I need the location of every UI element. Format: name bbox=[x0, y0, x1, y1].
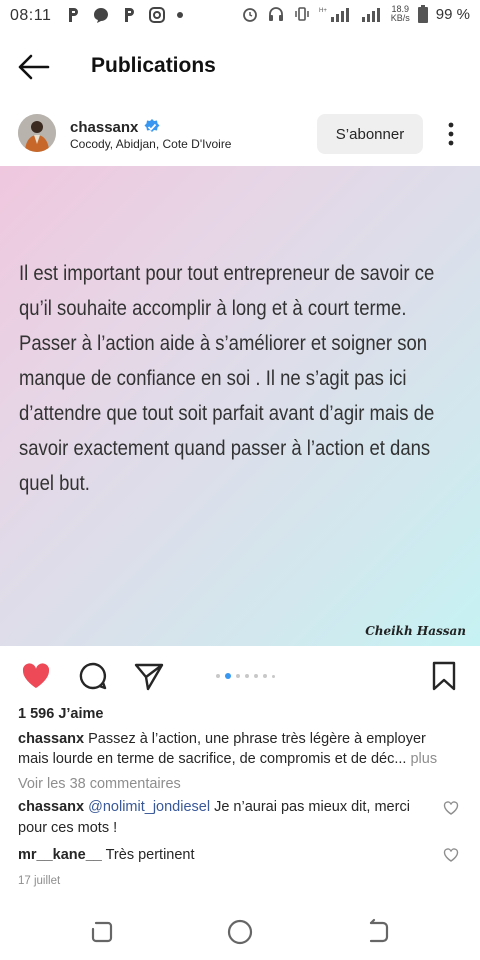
comment-username[interactable]: mr__kane__ bbox=[18, 847, 102, 863]
more-notifications-dot-icon bbox=[177, 12, 183, 18]
signal-icon-2 bbox=[361, 8, 380, 22]
back-nav-icon[interactable] bbox=[363, 917, 393, 947]
likes-count[interactable]: 1 596 J’aime bbox=[18, 706, 103, 722]
avatar[interactable] bbox=[18, 114, 56, 152]
quote-text: Il est important pour tout entrepreneur … bbox=[19, 256, 466, 501]
recents-icon[interactable] bbox=[87, 917, 117, 947]
comment-mention[interactable]: @nolimit_jondiesel bbox=[88, 799, 210, 815]
carousel-dot-active bbox=[225, 673, 231, 679]
heart-outline-icon[interactable] bbox=[443, 847, 459, 863]
headphones-icon bbox=[268, 7, 283, 21]
post-date: 17 juillet bbox=[18, 875, 61, 887]
battery-icon bbox=[417, 5, 428, 23]
alarm-icon bbox=[242, 8, 257, 22]
back-arrow-icon[interactable] bbox=[16, 52, 52, 82]
app-bar: Publications bbox=[0, 38, 480, 96]
comment-username[interactable]: chassanx bbox=[18, 799, 84, 815]
home-icon[interactable] bbox=[225, 917, 255, 947]
post-header: chassanx Cocody, Abidjan, Cote D'Ivoire … bbox=[0, 110, 480, 160]
post-location[interactable]: Cocody, Abidjan, Cote D'Ivoire bbox=[70, 137, 231, 151]
post-actions bbox=[0, 656, 480, 700]
vibrate-icon bbox=[295, 7, 309, 21]
heart-outline-icon[interactable] bbox=[443, 800, 459, 816]
comment-text: Très pertinent bbox=[101, 847, 195, 863]
carousel-dots bbox=[216, 673, 275, 679]
more-vert-icon[interactable] bbox=[440, 120, 462, 148]
carousel-dot bbox=[272, 674, 275, 678]
system-indicators: H+ 18.9 KB/s 99 % bbox=[241, 5, 470, 23]
avatar-photo bbox=[18, 114, 56, 152]
share-icon[interactable] bbox=[133, 660, 165, 692]
post-username[interactable]: chassanx bbox=[70, 119, 138, 136]
status-bar: 08:11 H+ 18.9 KB/s 99 % bbox=[0, 0, 480, 32]
quote-paragraph-1: Il est important pour tout entrepreneur … bbox=[19, 261, 435, 320]
comment-icon[interactable] bbox=[77, 660, 109, 692]
bookmark-icon[interactable] bbox=[428, 660, 460, 692]
page-title: Publications bbox=[91, 54, 216, 77]
follow-button[interactable]: S’abonner bbox=[317, 114, 423, 154]
network-speed: 18.9 KB/s bbox=[391, 5, 410, 23]
messenger-icon bbox=[94, 8, 108, 23]
view-comments-link[interactable]: Voir les 38 commentaires bbox=[18, 776, 181, 792]
caption-more-link[interactable]: plus bbox=[410, 751, 437, 767]
image-signature: Cheikh Hassan bbox=[365, 624, 466, 638]
status-time: 08:11 bbox=[10, 7, 52, 24]
notification-icons bbox=[64, 6, 184, 24]
svg-text:H+: H+ bbox=[319, 8, 327, 14]
quote-paragraph-2: Passer à l’action aide à s’améliorer et … bbox=[19, 331, 435, 495]
pinterest-icon bbox=[69, 8, 78, 22]
verified-badge-icon bbox=[144, 119, 160, 132]
battery-percent: 99 % bbox=[435, 5, 470, 23]
post-caption: chassanx Passez à l’action, une phrase t… bbox=[18, 729, 458, 769]
carousel-dot bbox=[236, 674, 240, 678]
pinterest-icon bbox=[125, 8, 134, 22]
post-image[interactable]: Il est important pour tout entrepreneur … bbox=[0, 166, 480, 646]
carousel-dot bbox=[245, 674, 249, 678]
comment-2: mr__kane__ Très pertinent bbox=[18, 845, 428, 866]
network-speed-unit: KB/s bbox=[390, 13, 410, 23]
caption-username[interactable]: chassanx bbox=[18, 731, 84, 747]
carousel-dot bbox=[216, 674, 220, 678]
carousel-dot bbox=[263, 674, 267, 678]
system-nav-bar bbox=[0, 905, 480, 960]
comment-1: chassanx @nolimit_jondiesel Je n’aurai p… bbox=[18, 797, 428, 839]
heart-filled-icon[interactable] bbox=[20, 660, 52, 692]
instagram-icon bbox=[149, 7, 165, 23]
carousel-dot bbox=[254, 674, 258, 678]
username-row: chassanx bbox=[70, 118, 161, 136]
signal-icon: H+ bbox=[319, 8, 349, 22]
